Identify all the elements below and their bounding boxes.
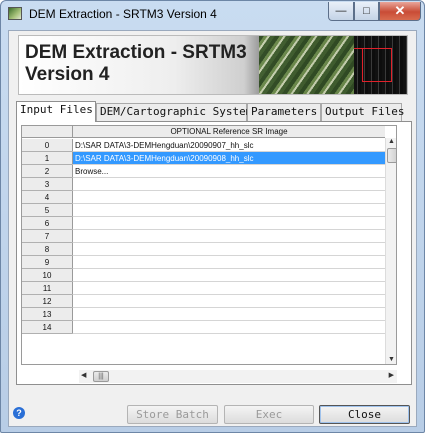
maximize-icon: □ <box>363 5 370 17</box>
row-header: 4 <box>22 191 72 204</box>
row-header: 7 <box>22 230 72 243</box>
browse-cell[interactable]: Browse... <box>72 165 385 178</box>
table-cell[interactable] <box>72 308 385 321</box>
table-cell[interactable] <box>72 178 385 191</box>
table-cell[interactable] <box>72 243 385 256</box>
close-icon: ✕ <box>394 3 406 18</box>
grid-corner-cell <box>22 126 72 138</box>
row-header: 6 <box>22 217 72 230</box>
table-row[interactable]: 3 <box>22 178 385 191</box>
vertical-scrollbar[interactable]: ▲ ▼ <box>385 138 396 364</box>
table-cell[interactable] <box>72 321 385 334</box>
table-cell[interactable] <box>72 191 385 204</box>
table-cell[interactable] <box>72 230 385 243</box>
tab-parameters[interactable]: Parameters <box>247 103 321 121</box>
row-header: 9 <box>22 256 72 269</box>
minimize-button[interactable]: — <box>328 2 354 21</box>
table-row[interactable]: 5 <box>22 204 385 217</box>
horizontal-scroll-thumb[interactable]: ||| <box>93 371 109 382</box>
table-row[interactable]: 4 <box>22 191 385 204</box>
table-cell-selected[interactable]: D:\SAR DATA\3-DEMHengduan\20090908_hh_sl… <box>72 152 385 165</box>
row-header: 13 <box>22 308 72 321</box>
table-row[interactable]: 2 Browse... <box>22 165 385 178</box>
help-icon[interactable]: ? <box>13 407 25 419</box>
header-title: DEM Extraction - SRTM3 Version 4 <box>25 42 247 85</box>
table-row[interactable]: 14 <box>22 321 385 334</box>
banner-highlight-box <box>362 48 392 82</box>
table-row[interactable]: 10 <box>22 269 385 282</box>
row-header: 2 <box>22 165 72 178</box>
minimize-icon: — <box>335 5 347 17</box>
table-cell[interactable] <box>72 269 385 282</box>
table-row[interactable]: 13 <box>22 308 385 321</box>
row-header: 11 <box>22 282 72 295</box>
table-cell[interactable]: D:\SAR DATA\3-DEMHengduan\20090907_hh_sl… <box>72 139 385 152</box>
scroll-right-icon[interactable]: ▶ <box>389 371 394 379</box>
application-window: DEM Extraction - SRTM3 Version 4 — □ ✕ D… <box>0 0 425 433</box>
table-row[interactable]: 8 <box>22 243 385 256</box>
input-files-grid[interactable]: OPTIONAL Reference SR Image 0 D:\SAR DAT… <box>21 125 397 365</box>
store-batch-button[interactable]: Store Batch <box>127 405 218 424</box>
table-row[interactable]: 6 <box>22 217 385 230</box>
row-header: 5 <box>22 204 72 217</box>
exec-button[interactable]: Exec <box>224 405 314 424</box>
close-button[interactable]: Close <box>319 405 410 424</box>
dialog-client-area: DEM Extraction - SRTM3 Version 4 Input F… <box>8 30 417 427</box>
banner-forest-texture <box>259 36 354 94</box>
banner-satellite-image <box>259 36 407 94</box>
window-title: DEM Extraction - SRTM3 Version 4 <box>29 7 217 21</box>
table-row[interactable]: 7 <box>22 230 385 243</box>
table-row[interactable]: 9 <box>22 256 385 269</box>
table-cell[interactable] <box>72 295 385 308</box>
table-cell[interactable] <box>72 282 385 295</box>
column-header-reference-sr-image[interactable]: OPTIONAL Reference SR Image <box>72 126 385 138</box>
row-header: 0 <box>22 139 72 152</box>
table-cell[interactable] <box>72 217 385 230</box>
close-window-button[interactable]: ✕ <box>379 2 421 21</box>
horizontal-scrollbar[interactable]: ◀ ||| ▶ <box>79 370 397 383</box>
row-header: 14 <box>22 321 72 334</box>
table-cell[interactable] <box>72 204 385 217</box>
app-icon <box>8 7 22 20</box>
maximize-button[interactable]: □ <box>354 2 379 21</box>
title-bar[interactable]: DEM Extraction - SRTM3 Version 4 — □ ✕ <box>1 1 424 27</box>
tab-input-files[interactable]: Input Files <box>16 101 96 122</box>
table-cell[interactable] <box>72 256 385 269</box>
row-header: 3 <box>22 178 72 191</box>
row-header: 12 <box>22 295 72 308</box>
row-header: 10 <box>22 269 72 282</box>
table-row[interactable]: 1 D:\SAR DATA\3-DEMHengduan\20090908_hh_… <box>22 152 385 165</box>
scroll-up-icon[interactable]: ▲ <box>388 138 395 145</box>
row-header: 1 <box>22 152 72 165</box>
scroll-left-icon[interactable]: ◀ <box>81 371 86 379</box>
banner-highlight-line <box>354 48 362 49</box>
header-banner: DEM Extraction - SRTM3 Version 4 <box>18 35 408 95</box>
scroll-down-icon[interactable]: ▼ <box>388 356 395 363</box>
tab-dem-cartographic-system[interactable]: DEM/Cartographic System <box>96 103 252 121</box>
tab-output-files[interactable]: Output Files <box>321 103 404 121</box>
vertical-scroll-thumb[interactable] <box>387 148 396 163</box>
row-header: 8 <box>22 243 72 256</box>
table-row[interactable]: 12 <box>22 295 385 308</box>
table-row[interactable]: 11 <box>22 282 385 295</box>
table-row[interactable]: 0 D:\SAR DATA\3-DEMHengduan\20090907_hh_… <box>22 139 385 152</box>
